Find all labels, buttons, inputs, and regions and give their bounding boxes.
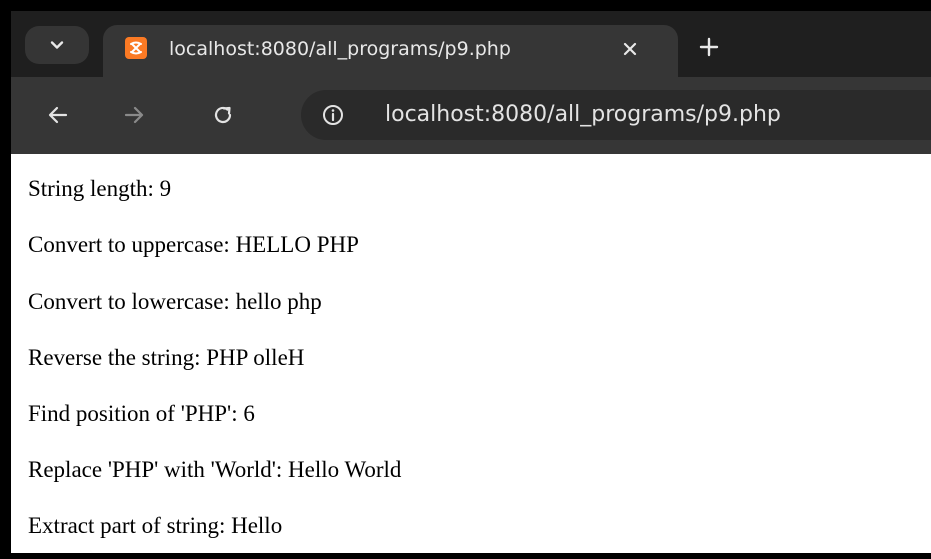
plus-icon [699,37,719,57]
output-line-replace: Replace 'PHP' with 'World': Hello World [28,457,402,482]
tab-close-button[interactable] [616,35,644,63]
screenshot-frame: localhost:8080/all_programs/p9.php local… [0,0,931,559]
output-line-string-length: String length: 9 [28,176,172,201]
output-line-reverse: Reverse the string: PHP olleH [28,345,305,370]
new-tab-button[interactable] [691,29,727,65]
tab-title: localhost:8080/all_programs/p9.php [169,38,511,60]
browser-window: localhost:8080/all_programs/p9.php local… [11,11,931,553]
arrow-right-icon [124,106,144,124]
reload-icon [214,106,232,124]
page-content: String length: 9 Convert to uppercase: H… [11,154,931,553]
site-info-button[interactable] [315,97,351,133]
tab-strip: localhost:8080/all_programs/p9.php [11,11,931,77]
url-text: localhost:8080/all_programs/p9.php [385,102,781,127]
chevron-down-icon [50,41,64,49]
output-line-uppercase: Convert to uppercase: HELLO PHP [28,232,359,257]
output-line-position: Find position of 'PHP': 6 [28,401,255,426]
output-line-lowercase: Convert to lowercase: hello php [28,289,322,314]
browser-toolbar: localhost:8080/all_programs/p9.php [11,77,931,154]
arrow-left-icon [48,106,68,124]
tab-active[interactable]: localhost:8080/all_programs/p9.php [103,25,678,77]
address-bar[interactable]: localhost:8080/all_programs/p9.php [301,90,931,140]
xampp-icon [125,37,147,59]
reload-button[interactable] [203,95,243,135]
close-icon [623,42,637,56]
tab-search-button[interactable] [25,26,89,64]
back-button[interactable] [38,95,78,135]
info-icon [323,105,343,125]
forward-button[interactable] [114,95,154,135]
output-line-extract: Extract part of string: Hello [28,513,283,538]
